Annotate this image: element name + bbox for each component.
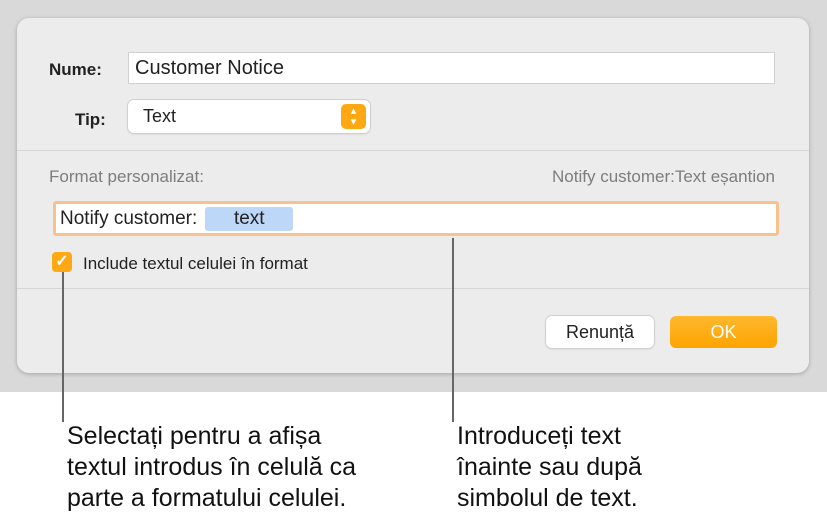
callout-right-line: Introduceți text <box>457 422 621 450</box>
callout-left-line: textul introdus în celulă ca <box>67 453 357 481</box>
callout-left-line: parte a formatului celulei. <box>67 484 347 512</box>
callout-right-line: simbolul de text. <box>457 484 638 512</box>
custom-format-dialog: Nume: Customer Notice Tip: Text ▴ ▾ Forma… <box>17 18 809 373</box>
callout-line-left <box>62 272 64 422</box>
callout-right: Introduceți text înainte sau după simbol… <box>457 421 642 514</box>
custom-format-label: Format personalizat: <box>49 167 204 186</box>
name-input[interactable]: Customer Notice <box>128 52 775 84</box>
checkmark-icon: ✓ <box>55 253 69 270</box>
divider <box>17 288 809 289</box>
callout-line-right <box>452 238 454 422</box>
cancel-button[interactable]: Renunță <box>546 316 654 348</box>
divider <box>17 150 809 151</box>
format-field[interactable]: Notify customer: text <box>53 201 779 236</box>
type-select[interactable]: Text ▴ ▾ <box>128 100 370 133</box>
chevron-up-down-icon: ▴ ▾ <box>341 104 366 129</box>
format-prefix: Notify customer: <box>60 207 198 229</box>
text-token[interactable]: text <box>205 206 294 231</box>
sample-text: Notify customer:Text eșantion <box>552 167 775 186</box>
include-checkbox[interactable]: ✓ <box>52 252 72 272</box>
include-checkbox-label: Include textul celulei în format <box>83 254 308 273</box>
callout-left: Selectați pentru a afișa textul introdus… <box>67 421 356 514</box>
type-value: Text <box>143 106 177 126</box>
ok-button[interactable]: OK <box>670 316 777 348</box>
callout-left-line: Selectați pentru a afișa <box>67 422 322 450</box>
callout-right-line: înainte sau după <box>457 453 642 481</box>
type-label: Tip: <box>75 110 106 129</box>
name-label: Nume: <box>49 60 102 79</box>
